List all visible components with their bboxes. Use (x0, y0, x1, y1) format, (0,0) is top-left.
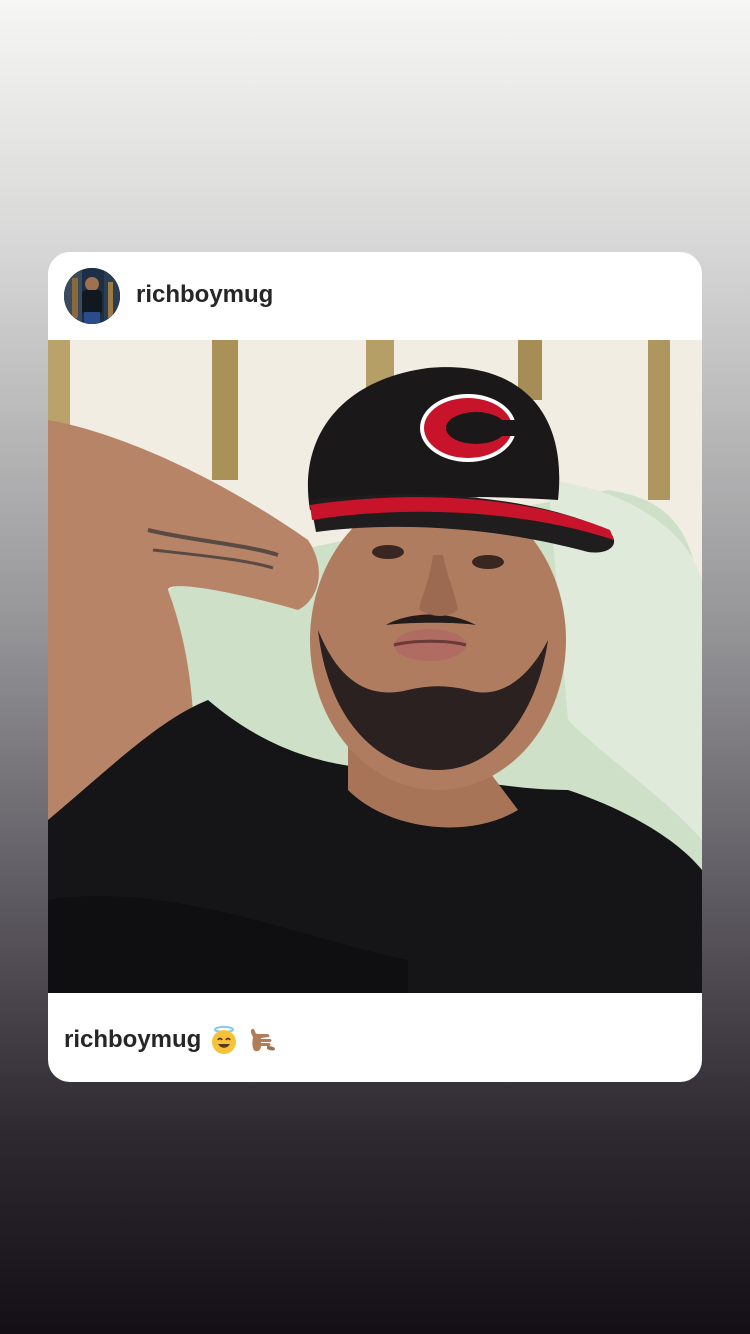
call-me-hand-icon (247, 1025, 277, 1055)
post-photo[interactable] (48, 340, 702, 993)
caption-username[interactable]: richboymug (64, 1025, 201, 1055)
post-header: richboymug (48, 252, 702, 340)
smiling-face-with-halo-icon (209, 1025, 239, 1055)
post-caption: richboymug (64, 1022, 277, 1058)
avatar-image (64, 268, 120, 324)
profile-avatar[interactable] (64, 268, 120, 324)
selfie-photo (48, 340, 702, 993)
post-username[interactable]: richboymug (136, 280, 273, 310)
shared-post-card[interactable]: richboymug richboymug (48, 252, 702, 1082)
